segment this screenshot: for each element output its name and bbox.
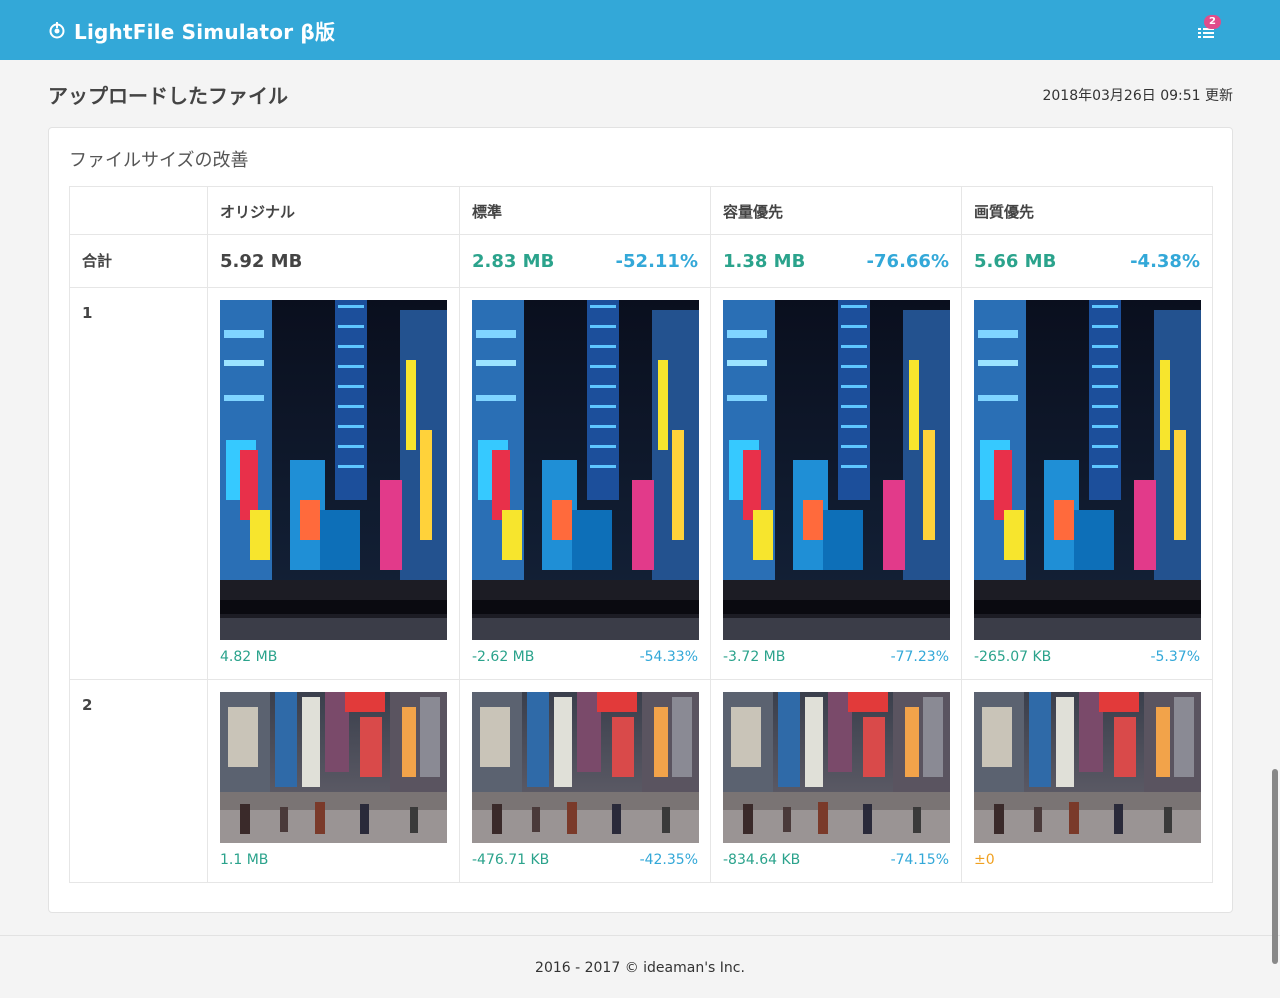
size-pct: -54.33% bbox=[639, 649, 698, 665]
file-size-card: ファイルサイズの改善 オリジナル 標準 容量優先 画質優先 合計 5.92 MB… bbox=[48, 127, 1233, 913]
row2-capacity-meta: -834.64 KB -74.15% bbox=[723, 852, 949, 872]
row1-original-meta: 4.82 MB bbox=[220, 649, 447, 669]
table-row: 1 4.82 MB -2.62 MB -54.33% -3.72 MB -77.… bbox=[69, 287, 1213, 680]
thumbnail-image[interactable] bbox=[220, 692, 447, 843]
size-pct: -74.15% bbox=[890, 852, 949, 868]
thumbnail-image[interactable] bbox=[974, 300, 1201, 640]
power-icon bbox=[48, 21, 66, 39]
updated-timestamp: 2018年03月26日 09:51 更新 bbox=[1042, 88, 1233, 104]
total-capacity-pct: -76.66% bbox=[866, 251, 949, 272]
total-standard-pct: -52.11% bbox=[615, 251, 698, 272]
thumbnail-image[interactable] bbox=[220, 300, 447, 640]
row1-capacity-meta: -3.72 MB -77.23% bbox=[723, 649, 949, 669]
card-title: ファイルサイズの改善 bbox=[69, 150, 249, 171]
row2-quality-cell: ±0 bbox=[961, 679, 1213, 883]
row2-standard-cell: -476.71 KB -42.35% bbox=[459, 679, 711, 883]
header-standard: 標準 bbox=[459, 186, 711, 235]
row1-standard-meta: -2.62 MB -54.33% bbox=[472, 649, 698, 669]
size-diff: -476.71 KB bbox=[472, 852, 550, 868]
notification-badge: 2 bbox=[1204, 15, 1221, 29]
table-header-row: オリジナル 標準 容量優先 画質優先 bbox=[69, 186, 1213, 235]
total-capacity-size: 1.38 MB bbox=[723, 251, 806, 272]
thumbnail-image[interactable] bbox=[472, 692, 699, 843]
size-pct: -42.35% bbox=[639, 852, 698, 868]
size-pct: -77.23% bbox=[890, 649, 949, 665]
app-title: LightFile Simulator β版 bbox=[74, 19, 336, 44]
size-diff: -2.62 MB bbox=[472, 649, 535, 665]
file-size-table: オリジナル 標準 容量優先 画質優先 合計 5.92 MB 2.83 MB -5… bbox=[69, 186, 1213, 883]
app-navbar: LightFile Simulator β版 2 bbox=[0, 0, 1280, 60]
total-original-size: 5.92 MB bbox=[220, 251, 303, 272]
total-original-cell: 5.92 MB bbox=[207, 234, 460, 288]
total-quality-pct: -4.38% bbox=[1130, 251, 1200, 272]
total-capacity-cell: 1.38 MB -76.66% bbox=[710, 234, 962, 288]
row2-original-cell: 1.1 MB bbox=[207, 679, 460, 883]
row2-quality-meta: ±0 bbox=[974, 852, 1200, 872]
header-original: オリジナル bbox=[207, 186, 460, 235]
header-empty bbox=[69, 186, 208, 235]
header-capacity: 容量優先 bbox=[710, 186, 962, 235]
row1-quality-meta: -265.07 KB -5.37% bbox=[974, 649, 1200, 669]
size-pct: -5.37% bbox=[1150, 649, 1200, 665]
row1-capacity-cell: -3.72 MB -77.23% bbox=[710, 287, 962, 680]
row2-capacity-cell: -834.64 KB -74.15% bbox=[710, 679, 962, 883]
header-quality: 画質優先 bbox=[961, 186, 1213, 235]
row-number: 1 bbox=[69, 287, 208, 680]
size-diff: -3.72 MB bbox=[723, 649, 786, 665]
notifications-button[interactable]: 2 bbox=[1196, 15, 1221, 42]
total-label: 合計 bbox=[69, 234, 208, 288]
page-title: アップロードしたファイル bbox=[48, 84, 288, 108]
footer-copyright: 2016 - 2017 © ideaman's Inc. bbox=[535, 960, 745, 976]
size-diff: ±0 bbox=[974, 852, 995, 868]
total-standard-size: 2.83 MB bbox=[472, 251, 555, 272]
scrollbar-thumb[interactable] bbox=[1272, 769, 1278, 964]
row2-original-meta: 1.1 MB bbox=[220, 852, 447, 872]
total-row: 合計 5.92 MB 2.83 MB -52.11% 1.38 MB -76.6… bbox=[69, 234, 1213, 288]
row1-quality-cell: -265.07 KB -5.37% bbox=[961, 287, 1213, 680]
total-quality-cell: 5.66 MB -4.38% bbox=[961, 234, 1213, 288]
row2-standard-meta: -476.71 KB -42.35% bbox=[472, 852, 698, 872]
size-diff: -834.64 KB bbox=[723, 852, 801, 868]
total-standard-cell: 2.83 MB -52.11% bbox=[459, 234, 711, 288]
size-diff: -265.07 KB bbox=[974, 649, 1052, 665]
row1-standard-cell: -2.62 MB -54.33% bbox=[459, 287, 711, 680]
thumbnail-image[interactable] bbox=[723, 300, 950, 640]
brand-link[interactable]: LightFile Simulator β版 bbox=[48, 16, 335, 45]
row1-original-cell: 4.82 MB bbox=[207, 287, 460, 680]
total-quality-size: 5.66 MB bbox=[974, 251, 1057, 272]
thumbnail-image[interactable] bbox=[472, 300, 699, 640]
thumbnail-image[interactable] bbox=[723, 692, 950, 843]
thumbnail-image[interactable] bbox=[974, 692, 1201, 843]
footer: 2016 - 2017 © ideaman's Inc. bbox=[0, 935, 1280, 998]
file-size: 4.82 MB bbox=[220, 649, 278, 665]
page-header: アップロードしたファイル 2018年03月26日 09:51 更新 bbox=[48, 78, 1233, 108]
table-row: 2 1.1 MB -476.71 KB -42.35% -834.64 KB -… bbox=[69, 679, 1213, 883]
file-size: 1.1 MB bbox=[220, 852, 269, 868]
row-number: 2 bbox=[69, 679, 208, 883]
